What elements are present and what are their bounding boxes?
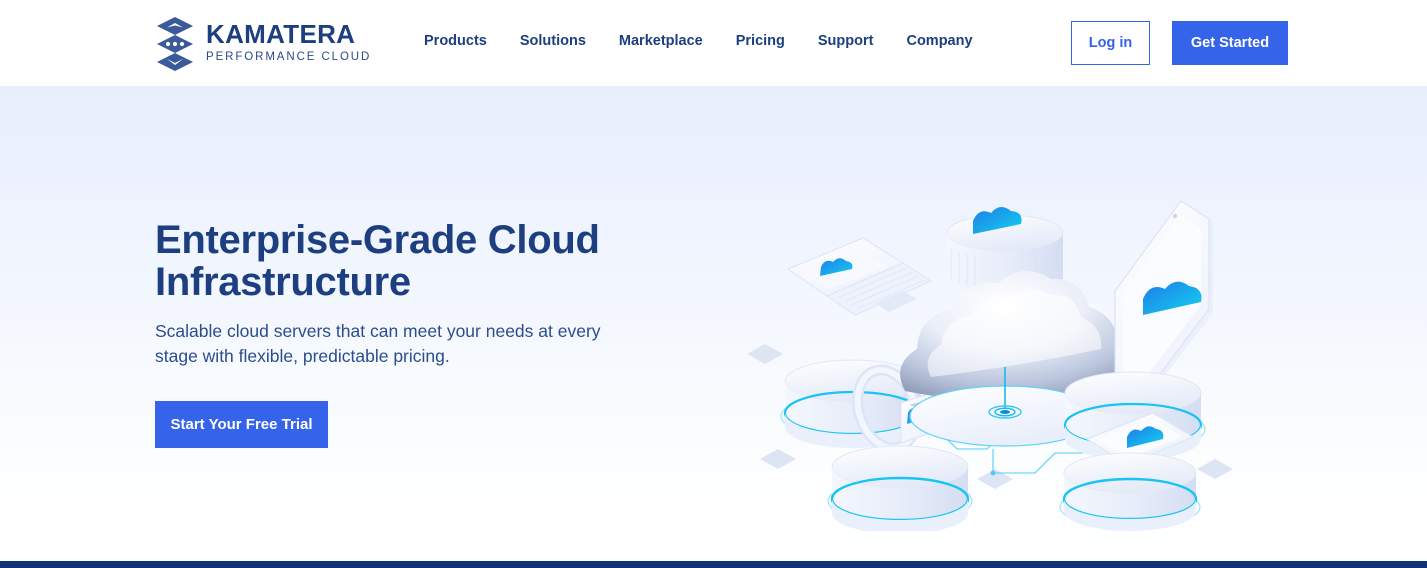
nav-item-products[interactable]: Products [424,33,487,49]
brand-tagline: PERFORMANCE CLOUD [206,51,372,64]
page-title: Enterprise-Grade Cloud Infrastructure [155,218,600,304]
brand-name: KAMATERA [206,18,356,49]
nav-item-solutions[interactable]: Solutions [520,33,586,49]
header-actions: Log in Get Started [1071,21,1288,65]
brand-logo[interactable]: KAMATERA PERFORMANCE CLOUD [155,15,371,71]
site-header: KAMATERA PERFORMANCE CLOUD Products Solu… [0,0,1427,86]
hero-subtitle: Scalable cloud servers that can meet you… [155,321,601,367]
nav-item-company[interactable]: Company [906,33,972,49]
nav-item-pricing[interactable]: Pricing [736,33,785,49]
hero-illustration [735,181,1265,531]
start-free-trial-button[interactable]: Start Your Free Trial [155,400,328,448]
nav-item-support[interactable]: Support [818,33,874,49]
login-button[interactable]: Log in [1071,21,1150,65]
nav-item-marketplace[interactable]: Marketplace [619,33,703,49]
bottom-accent-bar [0,561,1427,568]
main-navigation: Products Solutions Marketplace Pricing S… [424,33,973,49]
hero-section: Enterprise-Grade Cloud Infrastructure Sc… [0,86,1427,561]
landing-page: KAMATERA PERFORMANCE CLOUD Products Solu… [0,0,1427,568]
hero-copy: Enterprise-Grade Cloud Infrastructure Sc… [155,218,625,448]
get-started-button[interactable]: Get Started [1172,21,1288,65]
kamatera-stacked-layers-logo-icon [155,15,195,71]
